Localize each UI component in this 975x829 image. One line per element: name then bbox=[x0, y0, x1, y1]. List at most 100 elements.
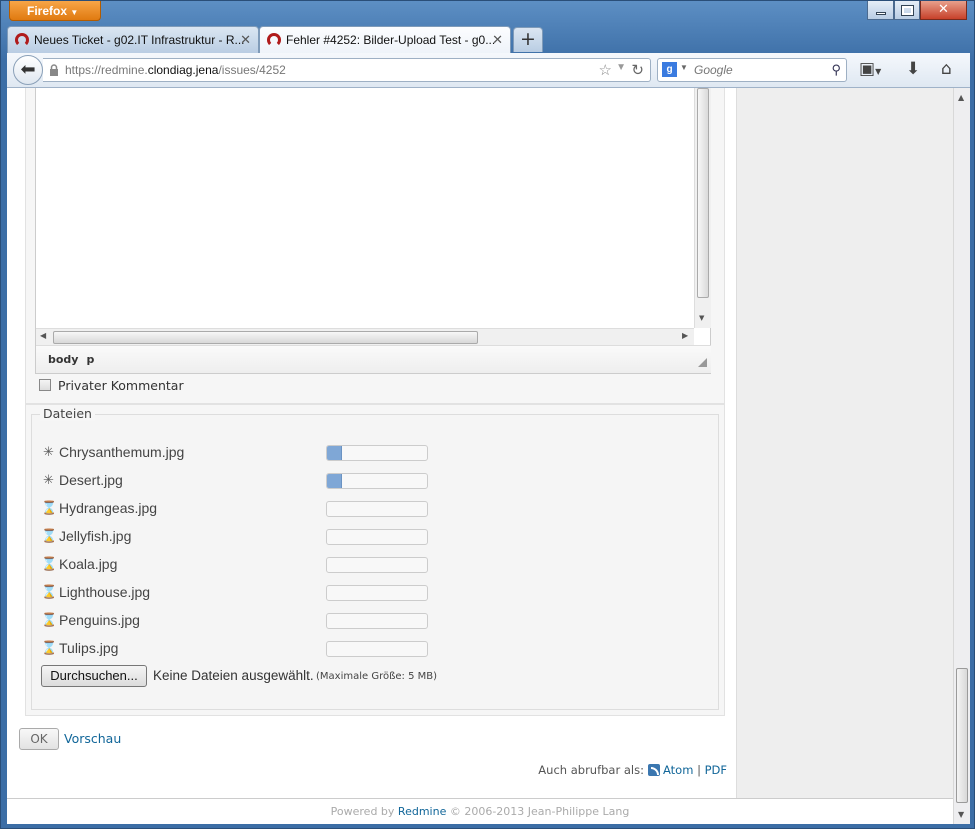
plus-icon: + bbox=[520, 28, 536, 50]
search-placeholder: Google bbox=[694, 63, 733, 77]
redmine-favicon-icon bbox=[267, 33, 281, 47]
redmine-favicon-icon bbox=[15, 33, 29, 47]
footer: Powered by Redmine © 2006-2013 Jean-Phil… bbox=[7, 798, 953, 824]
separator: | bbox=[697, 763, 701, 777]
lock-icon bbox=[50, 64, 58, 76]
files-box: Dateien ✳ Chrysanthemum.jpg ✳ Desert.jpg ⌛ Hy… bbox=[31, 406, 719, 710]
page-vertical-scrollbar[interactable]: ▲ ▼ bbox=[953, 88, 970, 824]
spinner-icon: ✳ bbox=[43, 444, 54, 459]
close-window-button[interactable]: ✕ bbox=[920, 1, 967, 20]
preview-link[interactable]: Vorschau bbox=[64, 731, 121, 746]
tab-strip: Neues Ticket - g02.IT Infrastruktur - R.… bbox=[7, 25, 970, 54]
hourglass-icon: ⌛ bbox=[41, 640, 58, 655]
sidebar bbox=[736, 88, 953, 798]
bookmarks-menu-icon[interactable]: ▣▼ bbox=[859, 59, 881, 79]
firefox-menu-button[interactable]: Firefox ▼ bbox=[9, 1, 101, 21]
pdf-link[interactable]: PDF bbox=[705, 763, 727, 777]
chevron-right-icon[interactable]: ▶ bbox=[682, 331, 688, 340]
upload-progress-bar bbox=[326, 529, 428, 545]
search-icon[interactable]: ⚲ bbox=[831, 62, 841, 78]
page-vscroll-thumb[interactable] bbox=[956, 668, 968, 803]
upload-progress-bar bbox=[326, 613, 428, 629]
file-name: Hydrangeas.jpg bbox=[59, 500, 158, 516]
path-element-body[interactable]: body bbox=[48, 353, 78, 366]
close-tab-icon[interactable]: ✕ bbox=[492, 32, 503, 48]
chevron-down-icon[interactable]: ▼ bbox=[958, 810, 964, 819]
file-name: Desert.jpg bbox=[59, 472, 123, 488]
google-icon: g bbox=[662, 62, 677, 77]
file-name: Jellyfish.jpg bbox=[59, 528, 132, 544]
bookmark-star-icon[interactable]: ☆ bbox=[599, 61, 612, 79]
path-element-p[interactable]: p bbox=[86, 353, 94, 366]
url-bar[interactable]: https://redmine.clondiag.jena/issues/425… bbox=[43, 58, 651, 82]
upload-progress-bar bbox=[326, 473, 428, 489]
editor-status-path: body p bbox=[36, 345, 711, 373]
footer-copyright: © 2006-2013 Jean-Philippe Lang bbox=[449, 805, 630, 818]
arrow-left-icon: ⬅ bbox=[20, 59, 36, 80]
minimize-icon bbox=[876, 12, 886, 15]
url-prefix: https://redmine. bbox=[65, 63, 148, 77]
editor-horizontal-scrollbar[interactable]: ◀ ▶ bbox=[36, 328, 694, 345]
maximize-button[interactable] bbox=[894, 1, 920, 20]
atom-link[interactable]: Atom bbox=[663, 763, 693, 777]
rich-text-editor[interactable]: ▼ ◀ ▶ body p bbox=[35, 88, 711, 374]
tab-title: Neues Ticket - g02.IT Infrastruktur - R.… bbox=[34, 33, 245, 47]
editor-vertical-scrollbar[interactable]: ▼ bbox=[694, 88, 711, 328]
footer-prefix: Powered by bbox=[330, 805, 395, 818]
file-name: Chrysanthemum.jpg bbox=[59, 444, 185, 460]
search-engine-dropdown-icon[interactable]: ▼ bbox=[680, 63, 688, 72]
chevron-left-icon[interactable]: ◀ bbox=[40, 331, 46, 340]
browse-button[interactable]: Durchsuchen... bbox=[41, 665, 147, 687]
redmine-link[interactable]: Redmine bbox=[398, 805, 446, 818]
upload-progress-bar bbox=[326, 501, 428, 517]
close-icon: ✕ bbox=[938, 2, 949, 17]
tab-new-ticket[interactable]: Neues Ticket - g02.IT Infrastruktur - R.… bbox=[7, 26, 259, 53]
new-tab-button[interactable]: + bbox=[513, 27, 543, 52]
upload-progress-bar bbox=[326, 641, 428, 657]
private-comment-checkbox-row[interactable]: Privater Kommentar bbox=[39, 378, 184, 393]
editor-hscroll-thumb[interactable] bbox=[53, 331, 478, 344]
upload-progress-fill bbox=[327, 446, 342, 460]
private-comment-label: Privater Kommentar bbox=[58, 378, 184, 393]
editor-vscroll-thumb[interactable] bbox=[697, 88, 709, 298]
chevron-up-icon[interactable]: ▲ bbox=[958, 93, 964, 102]
close-tab-icon[interactable]: ✕ bbox=[240, 32, 251, 48]
ok-button[interactable]: OK bbox=[19, 728, 59, 750]
history-dropdown-icon[interactable]: ▼ bbox=[616, 62, 626, 73]
maximize-icon bbox=[901, 5, 914, 16]
upload-progress-fill bbox=[327, 474, 342, 488]
hourglass-icon: ⌛ bbox=[41, 500, 58, 515]
page-content: ▼ ◀ ▶ body p Privater Kommentar Dateien ✳… bbox=[7, 88, 953, 824]
no-files-selected-label: Keine Dateien ausgewählt. bbox=[153, 668, 314, 683]
file-name: Lighthouse.jpg bbox=[59, 584, 151, 600]
also-available-label: Auch abrufbar als: bbox=[538, 763, 644, 777]
rss-feed-icon bbox=[647, 764, 660, 776]
file-name: Koala.jpg bbox=[59, 556, 118, 572]
search-box[interactable]: g ▼ Google ⚲ bbox=[657, 58, 847, 82]
upload-progress-bar bbox=[326, 585, 428, 601]
files-fieldset: Dateien ✳ Chrysanthemum.jpg ✳ Desert.jpg ⌛ Hy… bbox=[25, 404, 725, 716]
chevron-down-icon[interactable]: ▼ bbox=[699, 314, 704, 322]
hourglass-icon: ⌛ bbox=[41, 584, 58, 599]
spinner-icon: ✳ bbox=[43, 472, 54, 487]
reload-icon[interactable]: ↻ bbox=[631, 61, 644, 79]
hourglass-icon: ⌛ bbox=[41, 612, 58, 627]
file-name: Penguins.jpg bbox=[59, 612, 140, 628]
firefox-button-label: Firefox bbox=[27, 4, 68, 18]
resize-handle-icon[interactable] bbox=[698, 358, 707, 367]
upload-progress-bar bbox=[326, 445, 428, 461]
also-available-bar: Auch abrufbar als: Atom | PDF bbox=[538, 763, 727, 777]
minimize-button[interactable] bbox=[867, 1, 894, 20]
chevron-down-icon: ▼ bbox=[70, 8, 79, 17]
home-icon[interactable]: ⌂ bbox=[941, 59, 952, 79]
tab-title: Fehler #4252: Bilder-Upload Test - g0... bbox=[286, 33, 496, 47]
browser-window: Firefox ▼ ✕ Neues Ticket - g02.IT Infras… bbox=[0, 0, 975, 829]
hourglass-icon: ⌛ bbox=[41, 528, 58, 543]
files-legend: Dateien bbox=[40, 406, 95, 421]
back-button[interactable]: ⬅ bbox=[13, 55, 43, 85]
private-comment-checkbox[interactable] bbox=[39, 379, 51, 391]
downloads-icon[interactable]: ⬇ bbox=[906, 59, 920, 79]
upload-progress-bar bbox=[326, 557, 428, 573]
tab-issue-4252[interactable]: Fehler #4252: Bilder-Upload Test - g0...… bbox=[259, 26, 511, 54]
hourglass-icon: ⌛ bbox=[41, 556, 58, 571]
